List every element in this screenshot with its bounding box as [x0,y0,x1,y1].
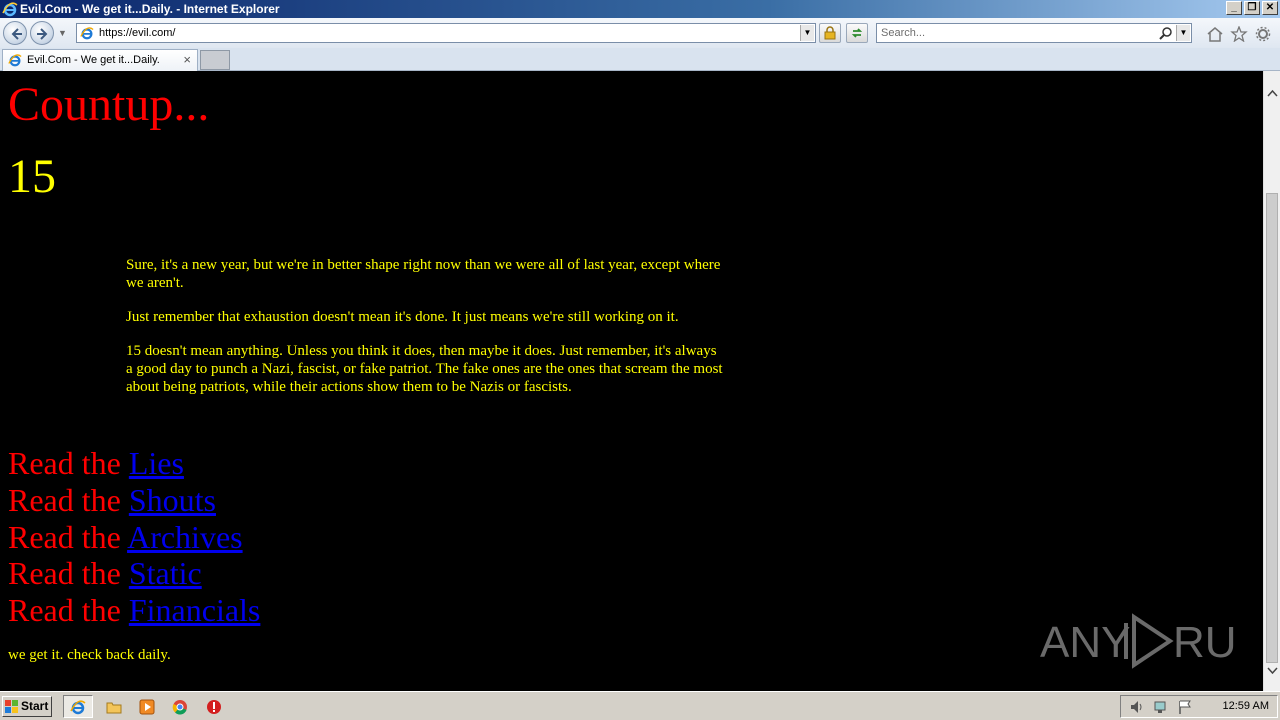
system-tray: 12:59 AM [1120,695,1278,718]
page-viewport: Countup... 15 Sure, it's a new year, but… [0,71,1263,691]
countup-value: 15 [8,150,56,203]
security-lock-button[interactable] [819,23,841,43]
restore-button[interactable]: ❐ [1244,1,1260,15]
scroll-up-icon[interactable] [1264,85,1280,102]
search-dropdown-button[interactable]: ▼ [1176,25,1190,41]
read-prefix: Read the [8,592,121,629]
address-text: https://evil.com/ [99,27,176,39]
back-button[interactable] [3,21,27,45]
read-links: Read the Lies Read the Shouts Read the A… [8,445,260,629]
read-row-financials: Read the Financials [8,592,260,629]
volume-icon[interactable] [1129,699,1145,715]
chrome-icon[interactable] [172,699,188,715]
paragraph: 15 doesn't mean anything. Unless you thi… [126,343,723,395]
svg-text:RUN: RUN [1173,618,1235,667]
ie-icon [70,700,86,715]
paragraph: Just remember that exhaustion doesn't me… [126,309,679,325]
read-prefix: Read the [8,481,121,518]
minimize-button[interactable]: _ [1226,1,1242,15]
read-row-static: Read the Static [8,555,260,592]
message-block: Sure, it's a new year, but we're in bett… [126,256,726,412]
history-dropdown-icon[interactable]: ▼ [58,28,67,38]
navigation-bar: ▼ https://evil.com/ ▼ Search... ▼ [0,18,1280,48]
stop-icon[interactable] [206,699,222,715]
address-bar[interactable]: https://evil.com/ ▼ [76,23,816,43]
paragraph: Sure, it's a new year, but we're in bett… [126,257,721,291]
read-row-archives: Read the Archives [8,519,260,556]
network-icon[interactable] [1153,699,1169,715]
page-heading: Countup... [8,78,210,131]
close-tab-icon[interactable]: × [183,50,191,70]
forward-button[interactable] [30,21,54,45]
gear-icon[interactable] [1254,26,1272,42]
media-player-icon[interactable] [139,699,155,715]
vertical-scrollbar[interactable] [1263,71,1280,691]
read-prefix: Read the [8,518,121,555]
tab-label: Evil.Com - We get it...Daily. [27,54,160,66]
tab-strip: Evil.Com - We get it...Daily. × [0,48,1280,71]
search-icon[interactable] [1159,26,1173,40]
taskbar-ie-button[interactable] [63,695,93,718]
tab-evil-com[interactable]: Evil.Com - We get it...Daily. × [2,49,198,71]
folder-icon[interactable] [106,699,122,715]
refresh-icon [851,28,863,38]
lock-icon [824,26,836,40]
ie-icon [8,54,22,67]
new-tab-button[interactable] [200,50,230,70]
star-icon[interactable] [1230,26,1248,42]
link-shouts[interactable]: Shouts [129,482,216,518]
search-input[interactable]: Search... [881,27,925,39]
search-box[interactable]: Search... ▼ [876,23,1192,43]
flag-icon[interactable] [1177,699,1193,715]
scrollbar-thumb[interactable] [1266,193,1278,663]
close-window-button[interactable]: ✕ [1262,1,1278,15]
read-row-lies: Read the Lies [8,445,260,482]
footer-text: we get it. check back daily. [8,647,171,663]
start-button[interactable]: Start [2,696,52,717]
windows-taskbar: Start 12:59 AM [0,691,1280,720]
anyrun-watermark-logo: ANY RUN [1040,613,1235,669]
forward-arrow-icon [37,28,48,40]
link-archives[interactable]: Archives [127,519,243,555]
back-arrow-icon [11,28,22,40]
start-label: Start [21,699,49,713]
read-row-shouts: Read the Shouts [8,482,260,519]
address-dropdown-button[interactable]: ▼ [800,25,814,41]
link-lies[interactable]: Lies [129,445,184,481]
ie-icon [2,2,18,17]
window-titlebar: Evil.Com - We get it...Daily. - Internet… [0,0,1280,18]
ie-icon [80,27,94,40]
svg-text:ANY: ANY [1040,618,1130,667]
scroll-down-icon[interactable] [1264,662,1280,679]
refresh-button[interactable] [846,23,868,43]
home-icon[interactable] [1206,26,1224,42]
link-static[interactable]: Static [129,555,202,591]
clock: 12:59 AM [1222,700,1269,712]
windows-logo-icon [5,700,18,713]
read-prefix: Read the [8,555,121,592]
window-title: Evil.Com - We get it...Daily. - Internet… [20,2,280,16]
read-prefix: Read the [8,445,121,481]
link-financials[interactable]: Financials [129,592,261,628]
